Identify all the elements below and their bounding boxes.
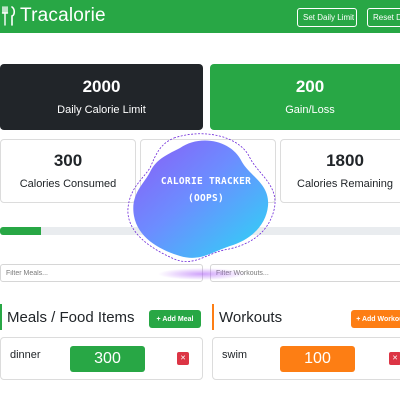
x-icon: ✕ <box>392 354 398 362</box>
overlay-line-1: CALORIE TRACKER <box>160 176 252 187</box>
overlay-line-2: (OOPS) <box>187 193 225 204</box>
overlay-caption: CALORIE TRACKER (OOPS) <box>128 173 284 207</box>
calories-remaining-value: 1800 <box>326 151 364 170</box>
meal-item-name: dinner <box>10 349 41 361</box>
workout-item-name: swim <box>222 349 248 361</box>
add-workout-button[interactable]: + Add Workout <box>351 310 400 328</box>
meal-item-calories: 300 <box>70 346 145 372</box>
brand-name: Tracalorie <box>20 5 106 26</box>
fork-knife-icon <box>1 6 16 26</box>
x-icon: ✕ <box>180 354 186 362</box>
meals-section-title: Meals / Food Items <box>7 308 135 326</box>
calories-remaining-card: 1800 Calories Remaining <box>280 139 400 203</box>
gain-loss-label: Gain/Loss <box>285 104 335 116</box>
meal-item: dinner 300 ✕ <box>0 337 203 380</box>
calories-consumed-label: Calories Consumed <box>19 178 117 190</box>
workout-item-calories: 100 <box>280 346 355 372</box>
delete-workout-button[interactable]: ✕ <box>389 352 400 365</box>
calories-consumed-card: 300 Calories Consumed <box>0 139 136 203</box>
delete-meal-button[interactable]: ✕ <box>177 352 189 365</box>
calories-consumed-value: 300 <box>53 151 83 170</box>
filter-meals-input[interactable] <box>0 264 203 282</box>
calories-remaining-label: Calories Remaining <box>297 178 393 190</box>
brand[interactable]: Tracalorie <box>1 4 106 28</box>
filter-workouts-input[interactable] <box>210 264 400 282</box>
add-meal-button[interactable]: + Add Meal <box>149 310 201 328</box>
daily-limit-label: Daily Calorie Limit <box>57 104 146 116</box>
navbar: Tracalorie Set Daily Limit Reset Day <box>0 0 400 33</box>
daily-limit-value: 2000 <box>82 77 121 96</box>
calorie-progress-bar <box>0 227 400 235</box>
workout-item: swim 100 ✕ <box>212 337 400 380</box>
calorie-progress-fill <box>0 227 41 235</box>
set-daily-limit-button[interactable]: Set Daily Limit <box>297 8 357 27</box>
reset-day-button[interactable]: Reset Day <box>367 8 400 27</box>
workouts-section-title: Workouts <box>219 308 283 326</box>
gain-loss-card: 200 Gain/Loss <box>210 64 400 130</box>
gain-loss-value: 200 <box>295 77 325 96</box>
daily-calorie-limit-card: 2000 Daily Calorie Limit <box>0 64 203 130</box>
